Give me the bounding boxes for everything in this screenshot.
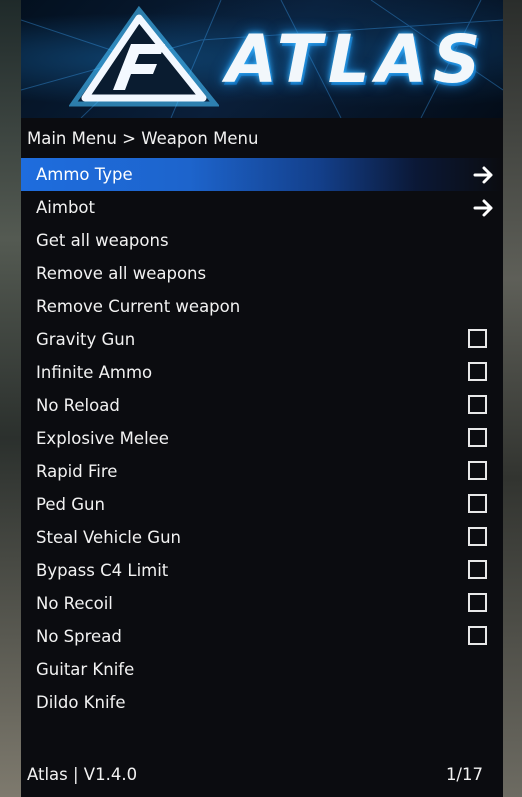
menu-item-bypass-c4-limit[interactable]: Bypass C4 Limit bbox=[21, 554, 503, 587]
toggle-checkbox[interactable] bbox=[468, 560, 487, 579]
toggle-checkbox[interactable] bbox=[468, 626, 487, 645]
atlas-logo-icon bbox=[69, 6, 219, 107]
menu-item-label: Ped Gun bbox=[36, 495, 105, 514]
arrow-right-icon bbox=[473, 166, 493, 184]
menu-item-rapid-fire[interactable]: Rapid Fire bbox=[21, 455, 503, 488]
toggle-checkbox[interactable] bbox=[468, 428, 487, 447]
menu-item-no-reload[interactable]: No Reload bbox=[21, 389, 503, 422]
menu-item-ped-gun[interactable]: Ped Gun bbox=[21, 488, 503, 521]
menu-item-remove-current-weapon[interactable]: Remove Current weapon bbox=[21, 290, 503, 323]
menu-item-label: Remove Current weapon bbox=[36, 297, 241, 316]
toggle-checkbox[interactable] bbox=[468, 362, 487, 381]
menu-item-ammo-type[interactable]: Ammo Type bbox=[21, 158, 503, 191]
breadcrumb: Main Menu > Weapon Menu bbox=[27, 129, 259, 148]
menu-item-label: Remove all weapons bbox=[36, 264, 207, 283]
menu-item-label: Explosive Melee bbox=[36, 429, 169, 448]
arrow-right-icon bbox=[473, 199, 493, 217]
toggle-checkbox[interactable] bbox=[468, 461, 487, 480]
menu-list: Ammo Type Aimbot Get all weapons Remove all… bbox=[21, 158, 503, 719]
toggle-checkbox[interactable] bbox=[468, 329, 487, 348]
menu-item-label: Guitar Knife bbox=[36, 660, 135, 679]
mod-menu-panel: ATLAS Main Menu > Weapon Menu Ammo Type A… bbox=[21, 0, 503, 797]
menu-item-remove-all-weapons[interactable]: Remove all weapons bbox=[21, 257, 503, 290]
menu-item-label: Get all weapons bbox=[36, 231, 169, 250]
menu-item-infinite-ammo[interactable]: Infinite Ammo bbox=[21, 356, 503, 389]
menu-footer: Atlas | V1.4.0 1/17 bbox=[21, 760, 503, 790]
menu-item-label: No Reload bbox=[36, 396, 120, 415]
menu-item-no-recoil[interactable]: No Recoil bbox=[21, 587, 503, 620]
toggle-checkbox[interactable] bbox=[468, 494, 487, 513]
menu-item-label: Ammo Type bbox=[36, 165, 133, 184]
menu-item-label: Steal Vehicle Gun bbox=[36, 528, 181, 547]
menu-banner: ATLAS bbox=[21, 0, 503, 118]
menu-item-dildo-knife[interactable]: Dildo Knife bbox=[21, 686, 503, 719]
menu-item-steal-vehicle-gun[interactable]: Steal Vehicle Gun bbox=[21, 521, 503, 554]
version-label: Atlas | V1.4.0 bbox=[27, 765, 138, 784]
menu-item-label: No Recoil bbox=[36, 594, 113, 613]
toggle-checkbox[interactable] bbox=[468, 527, 487, 546]
menu-item-get-all-weapons[interactable]: Get all weapons bbox=[21, 224, 503, 257]
menu-item-label: Rapid Fire bbox=[36, 462, 118, 481]
game-background-left bbox=[0, 0, 22, 797]
toggle-checkbox[interactable] bbox=[468, 395, 487, 414]
game-background-right bbox=[502, 0, 522, 797]
menu-item-label: Gravity Gun bbox=[36, 330, 136, 349]
menu-item-explosive-melee[interactable]: Explosive Melee bbox=[21, 422, 503, 455]
menu-item-label: Aimbot bbox=[36, 198, 95, 217]
menu-item-aimbot[interactable]: Aimbot bbox=[21, 191, 503, 224]
menu-item-gravity-gun[interactable]: Gravity Gun bbox=[21, 323, 503, 356]
menu-item-label: Dildo Knife bbox=[36, 693, 126, 712]
menu-item-label: Infinite Ammo bbox=[36, 363, 153, 382]
menu-item-label: Bypass C4 Limit bbox=[36, 561, 169, 580]
menu-item-guitar-knife[interactable]: Guitar Knife bbox=[21, 653, 503, 686]
menu-item-no-spread[interactable]: No Spread bbox=[21, 620, 503, 653]
toggle-checkbox[interactable] bbox=[468, 593, 487, 612]
menu-item-label: No Spread bbox=[36, 627, 122, 646]
banner-brand-text: ATLAS bbox=[226, 21, 487, 98]
page-indicator: 1/17 bbox=[445, 765, 483, 784]
